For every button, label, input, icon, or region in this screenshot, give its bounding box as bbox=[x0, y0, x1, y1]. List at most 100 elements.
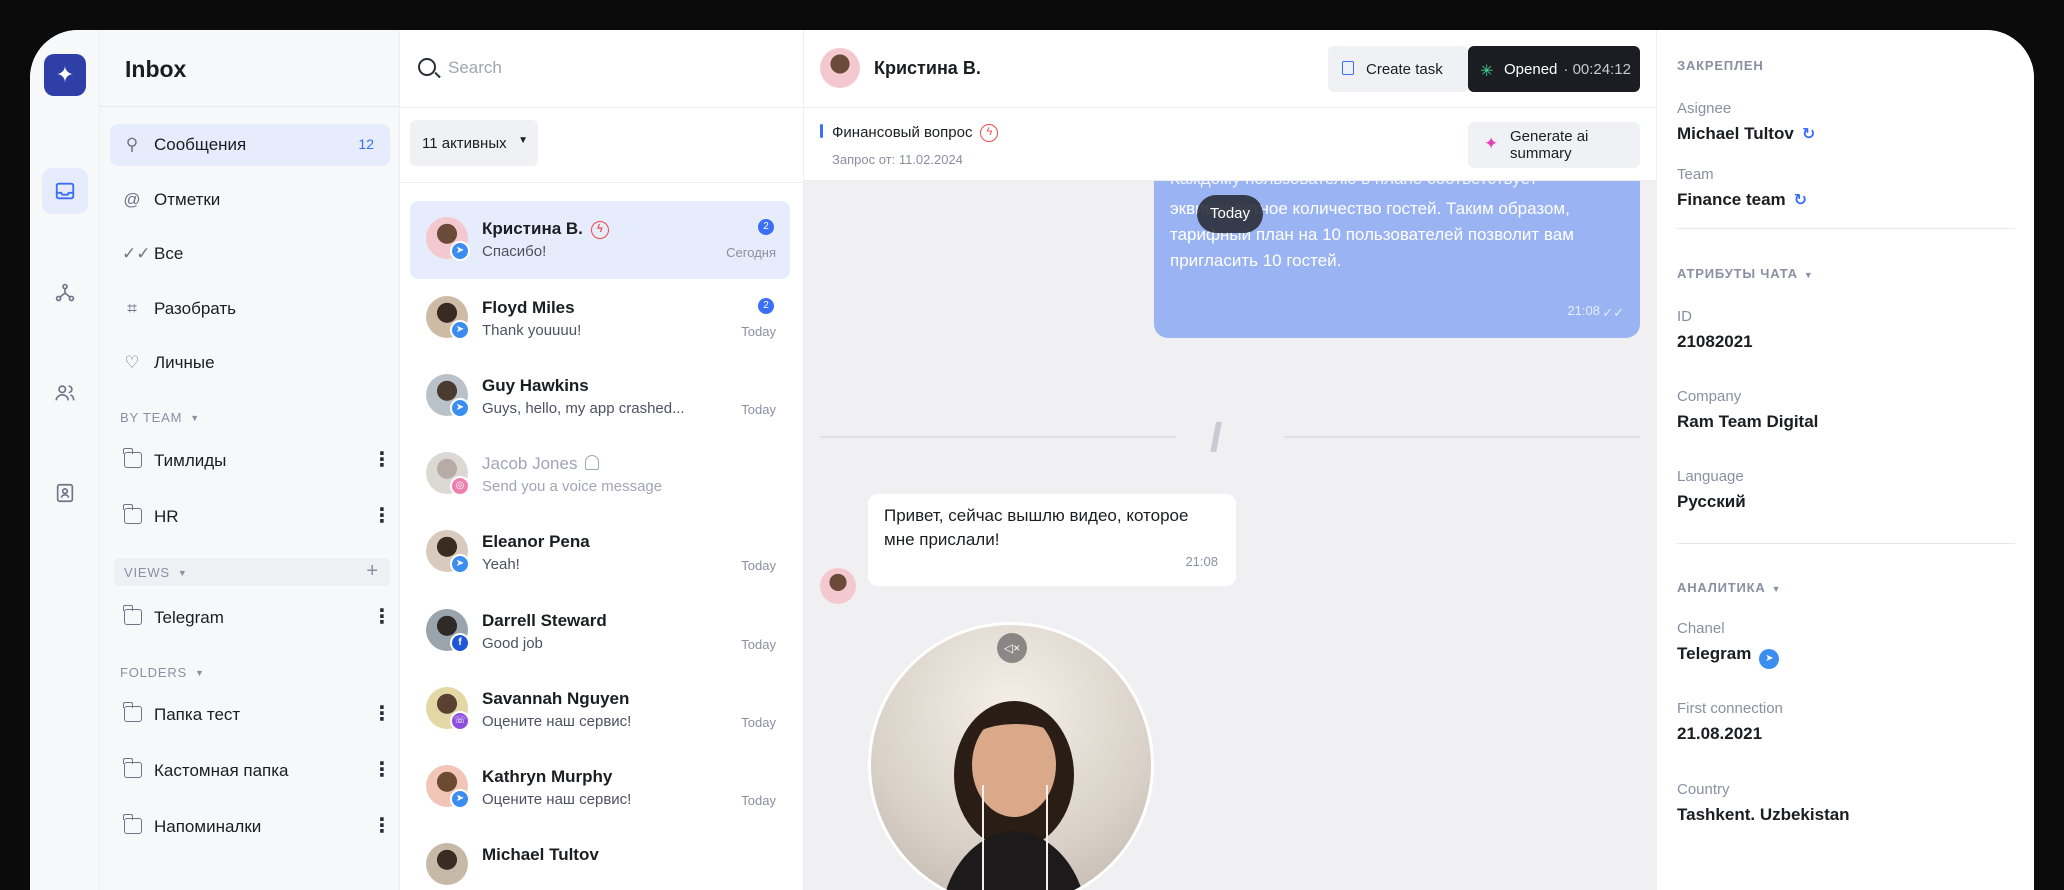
section-by-team[interactable]: BY TEAM ▼ bbox=[120, 410, 200, 425]
chat-attributes-section[interactable]: АТРИБУТЫ ЧАТА ▼ bbox=[1677, 266, 1814, 281]
analytics-section[interactable]: АНАЛИТИКА ▼ bbox=[1677, 580, 1781, 595]
more-options-icon[interactable]: ⋮ bbox=[372, 506, 392, 526]
create-task-label: Create task bbox=[1366, 60, 1443, 78]
team-name: Finance team bbox=[1677, 190, 1786, 209]
create-task-button[interactable]: Create task bbox=[1328, 46, 1468, 92]
company-label: Company bbox=[1677, 388, 1742, 405]
team-label: HR bbox=[154, 507, 179, 526]
team-item-timlidy[interactable]: Тимлиды ⋮ bbox=[110, 441, 392, 481]
facebook-icon: f bbox=[450, 633, 470, 653]
conversation-item[interactable]: ➤ Кристина В. ϟ Спасибо! 2 Сегодня bbox=[410, 201, 790, 279]
date-separator-pill: Today bbox=[1197, 195, 1263, 233]
more-options-icon[interactable]: ⋮ bbox=[372, 816, 392, 836]
folder-item-custom[interactable]: Кастомная папка ⋮ bbox=[110, 751, 392, 791]
name-text: Jacob Jones bbox=[482, 454, 578, 473]
conversation-item[interactable]: ➤ Eleanor Pena Yeah! Today bbox=[410, 514, 790, 592]
flows-nav-button[interactable] bbox=[42, 270, 88, 316]
conversation-item[interactable]: Michael Tultov bbox=[410, 827, 790, 890]
search-input[interactable] bbox=[448, 52, 778, 84]
reassign-icon[interactable]: ↻ bbox=[1802, 126, 1815, 143]
section-folders[interactable]: FOLDERS ▼ bbox=[120, 665, 205, 680]
language-label: Language bbox=[1677, 468, 1744, 485]
folder-icon bbox=[123, 758, 142, 778]
ticket-subheader: Финансовый вопрос ϟ Запрос от: 11.02.2024… bbox=[804, 108, 1656, 181]
contact-avatar[interactable] bbox=[820, 48, 860, 88]
ticket-topic: Финансовый вопрос ϟ bbox=[832, 124, 999, 142]
team-item-hr[interactable]: HR ⋮ bbox=[110, 497, 392, 537]
telegram-icon: ➤ bbox=[1759, 649, 1780, 669]
folder-icon bbox=[123, 605, 142, 625]
generate-ai-summary-button[interactable]: ✦ Generate ai summary bbox=[1468, 122, 1640, 168]
spinner-icon: ✳ bbox=[1480, 63, 1494, 80]
caret-down-icon: ▼ bbox=[518, 135, 528, 146]
id-value: 21082021 bbox=[1677, 332, 1753, 351]
sidebar-item-personal[interactable]: ♡ Личные bbox=[110, 342, 390, 384]
conversation-name: Кристина В. ϟ bbox=[482, 219, 609, 239]
divider-line bbox=[820, 436, 1176, 438]
contacts-nav-button[interactable] bbox=[42, 470, 88, 516]
assignee-name: Michael Tultov bbox=[1677, 124, 1794, 143]
instagram-icon: ◎ bbox=[450, 476, 470, 496]
app-logo[interactable]: ✦ bbox=[44, 54, 86, 96]
message-text: Привет, сейчас вышлю видео, которое мне … bbox=[884, 506, 1189, 549]
assignee-value[interactable]: Michael Tultov ↻ bbox=[1677, 124, 1815, 144]
section-views[interactable]: VIEWS ▼ bbox=[124, 565, 188, 580]
user-icon: ⚲ bbox=[125, 135, 139, 154]
conversation-item[interactable]: ➤ Guy Hawkins Guys, hello, my app crashe… bbox=[410, 358, 790, 436]
more-options-icon[interactable]: ⋮ bbox=[372, 450, 392, 470]
contact-card-icon bbox=[56, 483, 74, 503]
add-view-icon[interactable]: + bbox=[366, 560, 378, 583]
mute-icon[interactable]: ◁× bbox=[997, 633, 1027, 663]
more-options-icon[interactable]: ⋮ bbox=[372, 760, 392, 780]
conversation-preview: Guys, hello, my app crashed... bbox=[482, 400, 685, 417]
section-label: FOLDERS bbox=[120, 665, 188, 680]
sidebar-item-triage[interactable]: ⌗ Разобрать bbox=[110, 288, 390, 330]
conversation-item[interactable]: ◎ Jacob Jones Send you a voice message bbox=[410, 436, 790, 514]
sidebar-item-mentions[interactable]: @ Отметки bbox=[110, 179, 390, 221]
inbox-nav-button[interactable] bbox=[42, 168, 88, 214]
unread-count-badge: 12 bbox=[358, 136, 374, 152]
sender-avatar bbox=[820, 568, 856, 604]
status-button[interactable]: ✳ Opened · 00:24:12 bbox=[1468, 46, 1640, 92]
urgent-icon: ϟ bbox=[980, 124, 999, 142]
conversation-item[interactable]: ➤ Kathryn Murphy Оцените наш сервис! Tod… bbox=[410, 749, 790, 827]
conversation-name: Guy Hawkins bbox=[482, 376, 589, 395]
folder-label: Кастомная папка bbox=[154, 761, 289, 780]
sidebar-item-label: Сообщения bbox=[154, 135, 247, 154]
clipboard-icon bbox=[1342, 61, 1354, 75]
unread-badge: 2 bbox=[758, 298, 774, 314]
sidebar-item-messages[interactable]: ⚲ Сообщения 12 bbox=[110, 124, 390, 166]
conversation-name: Kathryn Murphy bbox=[482, 767, 613, 786]
folder-icon bbox=[123, 448, 142, 468]
conversation-time: Today bbox=[741, 324, 776, 339]
sidebar-item-all[interactable]: ✓✓ Все bbox=[110, 233, 390, 275]
more-options-icon[interactable]: ⋮ bbox=[372, 704, 392, 724]
conversation-preview: Yeah! bbox=[482, 556, 520, 573]
conversation-preview: Good job bbox=[482, 635, 543, 652]
conversation-item[interactable]: ☏ Savannah Nguyen Оцените наш сервис! To… bbox=[410, 671, 790, 749]
active-filter-dropdown[interactable]: 11 активных ▼ bbox=[410, 120, 538, 166]
video-message[interactable]: ◁× bbox=[868, 622, 1154, 890]
conversation-item[interactable]: f Darrell Steward Good job Today bbox=[410, 593, 790, 671]
status-label: Opened bbox=[1504, 60, 1558, 78]
avatar bbox=[426, 843, 468, 885]
company-value: Ram Team Digital bbox=[1677, 412, 1819, 431]
more-options-icon[interactable]: ⋮ bbox=[372, 607, 392, 627]
conversation-item[interactable]: ➤ Floyd Miles Thank youuuu! 2 Today bbox=[410, 280, 790, 358]
contact-name[interactable]: Кристина В. bbox=[874, 58, 981, 79]
team-value[interactable]: Finance team ↻ bbox=[1677, 190, 1807, 210]
folder-label: Напоминалки bbox=[154, 817, 262, 836]
users-nav-button[interactable] bbox=[42, 370, 88, 416]
channel-value: Telegram ➤ bbox=[1677, 644, 1780, 669]
view-item-telegram[interactable]: Telegram ⋮ bbox=[110, 598, 392, 638]
folder-item-reminders[interactable]: Напоминалки ⋮ bbox=[110, 807, 392, 847]
divider bbox=[1677, 543, 2015, 544]
conversation-preview: Send you a voice message bbox=[482, 478, 663, 495]
folder-item-test[interactable]: Папка тест ⋮ bbox=[110, 695, 392, 735]
conversation-time: Today bbox=[741, 793, 776, 808]
conversation-preview: Оцените наш сервис! bbox=[482, 713, 632, 730]
search-bar bbox=[400, 30, 803, 108]
message-time: 21:08 bbox=[1185, 554, 1218, 569]
reassign-icon[interactable]: ↻ bbox=[1794, 192, 1807, 209]
nav-rail: ✦ bbox=[30, 30, 100, 890]
